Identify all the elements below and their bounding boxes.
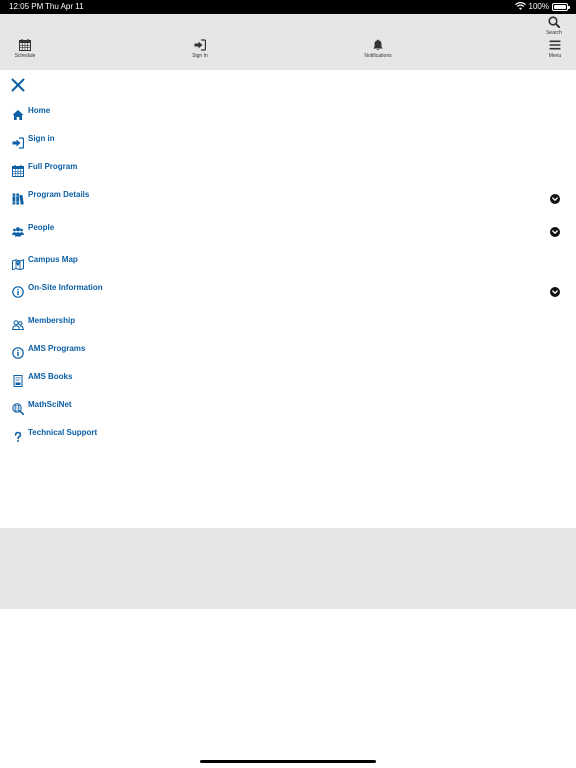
battery-percent: 100%	[528, 2, 549, 11]
menu-item-ams-books[interactable]: AMS Books	[10, 372, 566, 392]
menu-item-label: Sign in	[28, 134, 55, 143]
menu-item-home[interactable]: Home	[10, 106, 566, 126]
menu-item-label: Program Details	[28, 190, 90, 199]
sign-in-icon	[194, 39, 206, 51]
home-icon	[12, 110, 24, 120]
navigation-menu: Home Sign in Full Program Program Detail…	[0, 70, 576, 528]
menu-item-membership[interactable]: Membership	[10, 316, 566, 336]
bell-icon	[373, 39, 383, 51]
menu-item-technical-support[interactable]: Technical Support	[10, 428, 566, 448]
battery-icon	[552, 2, 570, 11]
status-bar: 12:05 PM Thu Apr 11 100%	[0, 0, 576, 14]
info-icon	[12, 347, 24, 359]
globe-search-icon	[12, 403, 24, 415]
status-right: 100%	[514, 2, 570, 11]
status-date: Thu Apr 11	[45, 2, 84, 11]
menu-button[interactable]: Menu	[545, 39, 565, 59]
notifications-button[interactable]: Notifications	[361, 39, 395, 59]
question-icon	[14, 431, 22, 442]
sign-in-icon	[12, 137, 24, 149]
membership-icon	[12, 320, 24, 330]
footer-band	[0, 528, 576, 609]
books-icon	[12, 193, 24, 205]
search-label: Search	[546, 30, 562, 36]
menu-item-on-site-information[interactable]: On-Site Information	[10, 283, 566, 303]
menu-item-label: AMS Books	[28, 372, 73, 381]
menu-item-sign-in[interactable]: Sign in	[10, 134, 566, 154]
book-icon	[13, 375, 23, 387]
app-screen: 12:05 PM Thu Apr 11 100% Schedule Sign I…	[0, 0, 576, 768]
top-toolbar: Schedule Sign In Notifications Search Me…	[0, 14, 576, 70]
people-icon	[12, 227, 24, 237]
menu-item-label: Technical Support	[28, 428, 98, 437]
menu-label: Menu	[548, 53, 562, 59]
map-icon	[12, 259, 24, 270]
menu-item-people[interactable]: People	[10, 223, 566, 243]
menu-item-full-program[interactable]: Full Program	[10, 162, 566, 182]
menu-item-campus-map[interactable]: Campus Map	[10, 255, 566, 275]
search-icon	[548, 16, 560, 28]
menu-item-program-details[interactable]: Program Details	[10, 190, 566, 210]
chevron-down-icon[interactable]	[550, 227, 560, 237]
info-icon	[12, 286, 24, 298]
calendar-icon	[19, 39, 31, 51]
close-icon[interactable]	[11, 78, 25, 92]
menu-item-label: People	[28, 223, 55, 232]
calendar-icon	[12, 165, 24, 177]
chevron-down-icon[interactable]	[550, 287, 560, 297]
menu-item-label: Home	[28, 106, 51, 115]
sign-in-label: Sign In	[192, 53, 208, 59]
menu-item-label: Membership	[28, 316, 76, 325]
wifi-icon	[514, 2, 526, 10]
chevron-down-icon[interactable]	[550, 194, 560, 204]
menu-item-label: Full Program	[28, 162, 78, 171]
menu-item-mathscinet[interactable]: MathSciNet	[10, 400, 566, 420]
sign-in-button[interactable]: Sign In	[189, 39, 211, 59]
hamburger-icon	[549, 40, 561, 50]
schedule-label: Schedule	[14, 53, 36, 59]
menu-item-label: Campus Map	[28, 255, 78, 264]
menu-item-label: MathSciNet	[28, 400, 72, 409]
menu-item-label: AMS Programs	[28, 344, 86, 353]
schedule-button[interactable]: Schedule	[12, 39, 38, 59]
menu-item-label: On-Site Information	[28, 283, 103, 292]
home-indicator[interactable]	[200, 760, 376, 763]
search-button[interactable]: Search	[544, 16, 564, 36]
menu-item-ams-programs[interactable]: AMS Programs	[10, 344, 566, 364]
notifications-label: Notifications	[364, 53, 392, 59]
status-time: 12:05 PM	[9, 2, 44, 11]
